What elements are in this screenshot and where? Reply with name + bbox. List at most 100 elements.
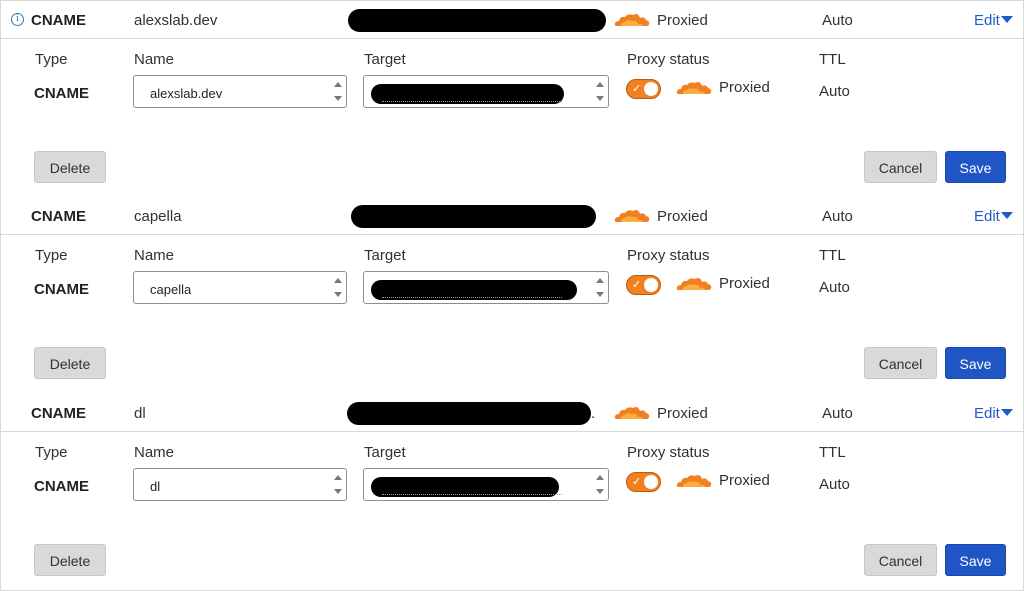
cancel-button[interactable]: Cancel <box>864 544 937 576</box>
delete-button[interactable]: Delete <box>34 151 106 183</box>
redacted-target <box>348 9 606 32</box>
record-type: CNAME <box>31 405 86 422</box>
target-overflow-text <box>382 494 562 498</box>
target-input-scroll[interactable] <box>593 470 607 499</box>
orange-cloud-icon <box>676 475 712 487</box>
ttl-label: TTL <box>819 444 846 461</box>
scroll-up-icon[interactable] <box>334 278 342 283</box>
record-name: dl <box>134 405 146 422</box>
scroll-down-icon[interactable] <box>596 96 604 101</box>
toggle-knob <box>644 475 658 489</box>
name-input-value: dl <box>150 479 161 494</box>
record-name: alexslab.dev <box>134 12 218 29</box>
name-input[interactable]: alexslab.dev <box>133 75 347 108</box>
edit-label: Edit <box>974 208 1000 225</box>
ttl-label: TTL <box>819 51 846 68</box>
name-input-value: capella <box>150 282 192 297</box>
target-input-scroll[interactable] <box>593 77 607 106</box>
target-label: Target <box>364 51 406 68</box>
edit-toggle[interactable]: Edit <box>974 208 1013 225</box>
target-trailing-dot: . <box>591 405 596 422</box>
save-button[interactable]: Save <box>945 544 1006 576</box>
scroll-down-icon[interactable] <box>334 489 342 494</box>
ttl-value: Auto <box>822 405 853 422</box>
caret-down-icon <box>1000 16 1013 23</box>
dns-record: CNAME capella Proxied Auto Edit Type Nam… <box>1 197 1023 393</box>
ttl-label: TTL <box>819 247 846 264</box>
scroll-down-icon[interactable] <box>596 292 604 297</box>
info-icon[interactable]: i <box>11 13 24 26</box>
edit-label: Edit <box>974 405 1000 422</box>
record-summary-row[interactable]: CNAME capella Proxied Auto Edit <box>1 197 1023 235</box>
target-input[interactable] <box>363 271 609 304</box>
edit-label: Edit <box>974 12 1000 29</box>
redacted-target <box>351 205 596 228</box>
ttl-value: Auto <box>819 476 850 493</box>
check-icon: ✓ <box>632 279 642 291</box>
cancel-button[interactable]: Cancel <box>864 347 937 379</box>
check-icon: ✓ <box>632 476 642 488</box>
name-label: Name <box>134 51 175 68</box>
scroll-up-icon[interactable] <box>596 475 604 480</box>
save-button[interactable]: Save <box>945 151 1006 183</box>
target-input[interactable] <box>363 75 609 108</box>
ttl-value: Auto <box>819 279 850 296</box>
name-input-scroll[interactable] <box>331 77 345 106</box>
orange-cloud-icon <box>676 278 712 290</box>
target-overflow-text <box>382 297 562 301</box>
name-label: Name <box>134 247 175 264</box>
proxy-status-text: Proxied <box>657 208 708 225</box>
scroll-up-icon[interactable] <box>596 278 604 283</box>
proxy-status-label: Proxy status <box>627 51 710 68</box>
orange-cloud-icon <box>676 82 712 94</box>
orange-cloud-icon <box>614 14 650 26</box>
proxy-status-text: Proxied <box>719 275 770 292</box>
scroll-down-icon[interactable] <box>334 292 342 297</box>
name-input-value: alexslab.dev <box>150 86 223 101</box>
record-summary-row[interactable]: i CNAME alexslab.dev Proxied Auto Edit <box>1 1 1023 39</box>
proxy-status-label: Proxy status <box>627 444 710 461</box>
record-type: CNAME <box>31 208 86 225</box>
proxy-toggle[interactable]: ✓ <box>626 79 661 99</box>
name-input[interactable]: dl <box>133 468 347 501</box>
scroll-up-icon[interactable] <box>334 82 342 87</box>
save-button[interactable]: Save <box>945 347 1006 379</box>
name-input[interactable]: capella <box>133 271 347 304</box>
proxy-status-label: Proxy status <box>627 247 710 264</box>
edit-toggle[interactable]: Edit <box>974 405 1013 422</box>
ttl-value: Auto <box>822 12 853 29</box>
proxy-status-text: Proxied <box>657 12 708 29</box>
delete-button[interactable]: Delete <box>34 544 106 576</box>
check-icon: ✓ <box>632 83 642 95</box>
record-type: CNAME <box>31 12 86 29</box>
target-overflow-text <box>382 101 562 105</box>
target-input[interactable] <box>363 468 609 501</box>
scroll-down-icon[interactable] <box>334 96 342 101</box>
proxy-status-text: Proxied <box>657 405 708 422</box>
dns-record: CNAME dl . Proxied Auto Edit Type Name T… <box>1 394 1023 590</box>
record-name: capella <box>134 208 182 225</box>
scroll-up-icon[interactable] <box>334 475 342 480</box>
cancel-button[interactable]: Cancel <box>864 151 937 183</box>
name-label: Name <box>134 444 175 461</box>
caret-down-icon <box>1000 409 1013 416</box>
type-label: Type <box>35 444 68 461</box>
ttl-value: Auto <box>819 83 850 100</box>
delete-button[interactable]: Delete <box>34 347 106 379</box>
orange-cloud-icon <box>614 210 650 222</box>
type-value: CNAME <box>34 478 89 495</box>
dns-records-panel: i CNAME alexslab.dev Proxied Auto Edit T… <box>0 0 1024 591</box>
ttl-value: Auto <box>822 208 853 225</box>
edit-toggle[interactable]: Edit <box>974 12 1013 29</box>
name-input-scroll[interactable] <box>331 273 345 302</box>
target-input-scroll[interactable] <box>593 273 607 302</box>
type-value: CNAME <box>34 85 89 102</box>
proxy-toggle[interactable]: ✓ <box>626 275 661 295</box>
target-label: Target <box>364 247 406 264</box>
scroll-down-icon[interactable] <box>596 489 604 494</box>
name-input-scroll[interactable] <box>331 470 345 499</box>
scroll-up-icon[interactable] <box>596 82 604 87</box>
record-summary-row[interactable]: CNAME dl . Proxied Auto Edit <box>1 394 1023 432</box>
type-value: CNAME <box>34 281 89 298</box>
proxy-toggle[interactable]: ✓ <box>626 472 661 492</box>
